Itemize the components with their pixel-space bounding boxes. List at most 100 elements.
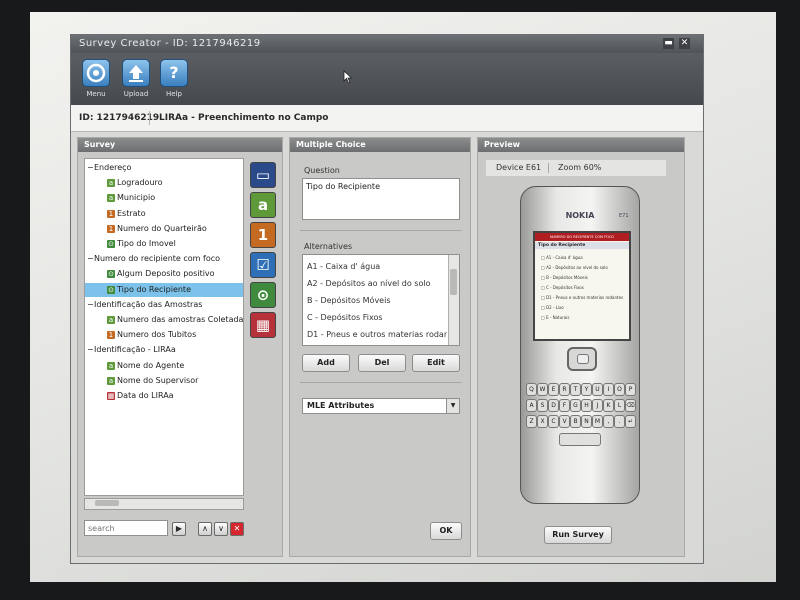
tree-item-label: Municipio [117, 193, 156, 203]
phone-select-key [577, 354, 589, 364]
delete-icon[interactable]: ✕ [230, 522, 244, 536]
idbar-divider [149, 111, 150, 125]
tree-group[interactable]: − Identificação das Amostras [85, 298, 243, 312]
tree-item-label: Nome do Supervisor [117, 375, 199, 385]
tree-item[interactable]: a Municipio [85, 191, 243, 205]
collapse-icon[interactable]: − [87, 161, 94, 175]
alternative-item[interactable]: A2 - Depósitos ao nível do solo [307, 276, 447, 292]
tree-group-label: Identificação - LIRAa [94, 345, 176, 355]
tile-screen-icon[interactable]: ▭ [250, 162, 276, 188]
tree-group[interactable]: − Identificação - LIRAa [85, 343, 243, 357]
device-divider [548, 163, 549, 173]
phone-screen-item-label: D1 - Pneus e outros materias rodantes [546, 295, 624, 300]
tree-item-label: Numero das amostras Coletadas [117, 315, 244, 324]
move-down-icon[interactable]: ∨ [214, 522, 228, 536]
phone-key: L [614, 399, 625, 412]
menu-label: Menu [86, 90, 106, 98]
survey-panel-header: Survey [78, 138, 282, 152]
tree-item[interactable]: a Numero das amostras Coletadas [85, 313, 243, 327]
question-field[interactable]: Tipo do Recipiente [302, 178, 460, 220]
alternative-item[interactable]: D1 - Pneus e outros materias rodant... [307, 327, 447, 343]
window-title: Survey Creator - ID: 1217946219 [79, 38, 261, 49]
tile-multiple-choice-icon[interactable]: ☑ [250, 252, 276, 278]
tree-item-label: Tipo do Recipiente [117, 284, 191, 294]
scroll-thumb[interactable] [450, 269, 457, 295]
survey-panel: Survey − Endereço a Logradouro a Municipio 1 Es… [77, 137, 283, 557]
alternative-item[interactable]: B - Depósitos Móveis [307, 293, 447, 309]
search-input[interactable] [84, 520, 168, 536]
date-question-icon: ▦ [107, 392, 115, 400]
phone-screen-item-label: A1 - Caixa d' água [546, 255, 583, 260]
help-button[interactable]: ? Help [155, 59, 193, 103]
survey-tree[interactable]: − Endereço a Logradouro a Municipio 1 Estrato 1 N… [84, 158, 244, 496]
phone-key: W [537, 383, 548, 396]
search-go-icon[interactable]: ▶ [172, 522, 186, 536]
alternative-item[interactable]: C - Depósitos Fixos [307, 310, 447, 326]
phone-key: Q [526, 383, 537, 396]
phone-key: H [581, 399, 592, 412]
tree-group-label: Numero do recipiente com foco [94, 254, 221, 264]
mle-attributes-select[interactable]: MLE Attributes ▼ [302, 398, 460, 414]
survey-id-bar: ID: 1217946219 LIRAa - Preenchimento no … [71, 105, 703, 132]
tree-item[interactable]: 1 Estrato [85, 207, 243, 221]
close-button[interactable]: ✕ [679, 38, 690, 49]
tile-number-icon[interactable]: 1 [250, 222, 276, 248]
tree-item-label: Tipo do Imovel [117, 239, 176, 248]
phone-screen-item: □ D1 - Pneus e outros materias rodantes [541, 295, 623, 300]
survey-creator-window: Survey Creator - ID: 1217946219 ▬ ✕ Menu… [70, 34, 704, 564]
phone-key: C [548, 415, 559, 428]
edit-button[interactable]: Edit [412, 354, 460, 372]
tree-item[interactable]: ⊙ Tipo do Imovel [85, 237, 243, 251]
chevron-down-icon[interactable]: ▼ [446, 399, 459, 413]
tree-horizontal-scrollbar[interactable] [84, 498, 244, 510]
tree-item[interactable]: a Logradouro [85, 176, 243, 190]
help-icon: ? [160, 59, 188, 87]
phone-key: U [592, 383, 603, 396]
run-survey-button[interactable]: Run Survey [544, 526, 612, 544]
scroll-thumb[interactable] [95, 500, 119, 506]
text-question-icon: a [107, 361, 115, 370]
collapse-icon[interactable]: − [87, 298, 94, 312]
tile-date-icon[interactable]: ▦ [250, 312, 276, 338]
mle-attributes-label: MLE Attributes [307, 401, 375, 410]
tree-item[interactable]: 1 Numero dos Tubitos [85, 328, 243, 342]
del-button[interactable]: Del [358, 354, 406, 372]
phone-key: E [548, 383, 559, 396]
text-question-icon: a [107, 316, 115, 324]
tree-item[interactable]: 1 Numero do Quarteirão [85, 222, 243, 236]
phone-key: V [559, 415, 570, 428]
tree-group[interactable]: − Endereço [85, 161, 243, 175]
question-label: Question [304, 166, 340, 175]
choice-question-icon: ⊙ [107, 270, 115, 279]
tree-item[interactable]: a Nome do Supervisor [85, 374, 243, 388]
alternatives-list[interactable]: A1 - Caixa d' água A2 - Depósitos ao níve… [302, 254, 460, 346]
tile-text-icon[interactable]: a [250, 192, 276, 218]
phone-screen-item-label: C - Depósitos Fixos [546, 285, 584, 290]
phone-key: P [625, 383, 636, 396]
collapse-icon[interactable]: − [87, 343, 94, 357]
phone-navigation-key [567, 347, 597, 371]
toolbar: Menu Upload ? Help [71, 53, 703, 105]
upload-button[interactable]: Upload [117, 59, 155, 103]
phone-key: M [592, 415, 603, 428]
tree-group-label: Endereço [94, 163, 132, 172]
multiple-choice-header: Multiple Choice [290, 138, 470, 152]
phone-key: . [614, 415, 625, 428]
tree-group[interactable]: − Numero do recipiente com foco [85, 252, 243, 266]
collapse-icon[interactable]: − [87, 252, 94, 266]
tree-item[interactable]: ⊙ Tipo do Recipiente [85, 282, 243, 297]
menu-button[interactable]: Menu [77, 59, 115, 103]
add-button[interactable]: Add [302, 354, 350, 372]
tree-item[interactable]: a Nome do Agente [85, 359, 243, 373]
tree-item[interactable]: ⊙ Algum Deposito positivo [85, 267, 243, 281]
phone-screen-item: □ D2 - Lixo [541, 305, 564, 310]
minimize-button[interactable]: ▬ [663, 38, 674, 49]
tree-item-label: Logradouro [117, 178, 163, 188]
ok-button[interactable]: OK [430, 522, 462, 540]
alternative-item[interactable]: A1 - Caixa d' água [307, 259, 447, 275]
phone-key: ↵ [625, 415, 636, 428]
move-up-icon[interactable]: ∧ [198, 522, 212, 536]
tree-item[interactable]: ▦ Data do LIRAa [85, 389, 243, 403]
alternatives-scrollbar[interactable] [448, 255, 459, 345]
tile-single-choice-icon[interactable]: ⊙ [250, 282, 276, 308]
